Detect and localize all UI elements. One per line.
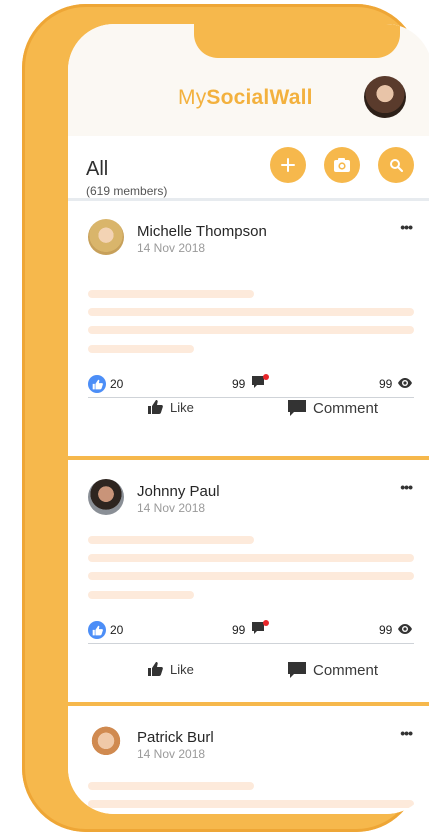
skeleton-line	[88, 536, 254, 544]
post-stats: 20 99 99	[88, 619, 414, 644]
skeleton-line	[88, 554, 414, 562]
skeleton-line	[88, 326, 414, 334]
brand-prefix: My	[178, 86, 207, 109]
eye-icon	[398, 624, 412, 634]
skeleton-line	[88, 290, 254, 298]
skeleton-line	[88, 572, 414, 580]
post-card: Patrick Burl 14 Nov 2018 •••	[68, 707, 429, 814]
camera-button[interactable]	[324, 147, 360, 183]
thumbs-up-icon	[148, 400, 163, 414]
like-button[interactable]: Like	[146, 661, 194, 677]
eye-icon	[398, 378, 412, 388]
author-name[interactable]: Patrick Burl	[137, 729, 214, 746]
like-button[interactable]: Like	[146, 399, 194, 415]
user-avatar[interactable]	[364, 76, 406, 118]
more-icon[interactable]: •••	[400, 725, 413, 741]
post-divider	[68, 456, 429, 460]
post-card: Johnny Paul 14 Nov 2018 ••• 20 99 99 Lik…	[68, 461, 429, 700]
like-count: 20	[110, 377, 124, 391]
like-label: Like	[170, 399, 194, 415]
author-name[interactable]: Johnny Paul	[137, 483, 220, 500]
post-date: 14 Nov 2018	[137, 747, 206, 761]
add-button[interactable]	[270, 147, 306, 183]
comment-count: 99	[232, 377, 246, 391]
plus-icon	[281, 158, 295, 172]
skeleton-line	[88, 591, 194, 599]
comment-icon	[288, 400, 306, 416]
post-card: Michelle Thompson 14 Nov 2018 ••• 20 99 …	[68, 201, 429, 440]
filter-bar: All (619 members)	[68, 136, 429, 201]
thumbs-up-icon	[92, 379, 103, 389]
more-icon[interactable]: •••	[400, 219, 413, 235]
post-date: 14 Nov 2018	[137, 241, 206, 255]
thumbs-up-icon	[148, 662, 163, 676]
brand-suffix: SocialWall	[206, 86, 313, 109]
post-stats: 20 99 99	[88, 373, 414, 398]
comment-label: Comment	[313, 661, 379, 679]
skeleton-line	[88, 800, 414, 808]
post-divider	[68, 702, 429, 706]
more-icon[interactable]: •••	[400, 479, 413, 495]
comment-label: Comment	[313, 399, 379, 417]
author-avatar[interactable]	[88, 725, 124, 761]
thumbs-up-icon	[92, 625, 103, 635]
member-count: (619 members)	[86, 184, 168, 198]
view-count: 99	[379, 377, 393, 391]
skeleton-line	[88, 308, 414, 316]
search-icon	[390, 159, 403, 172]
comment-count: 99	[232, 623, 246, 637]
filter-title[interactable]: All	[86, 158, 108, 181]
skeleton-line	[88, 782, 254, 790]
camera-icon	[334, 158, 350, 172]
comment-notification-icon	[252, 620, 269, 634]
like-count-icon	[88, 621, 106, 639]
post-actions: Like Comment	[68, 399, 429, 423]
post-actions: Like Comment	[68, 661, 429, 685]
like-count-icon	[88, 375, 106, 393]
author-avatar[interactable]	[88, 479, 124, 515]
author-name[interactable]: Michelle Thompson	[137, 223, 267, 240]
skeleton-line	[88, 345, 194, 353]
comment-notification-icon	[252, 374, 269, 388]
comment-icon	[288, 662, 306, 678]
like-count: 20	[110, 623, 124, 637]
view-count: 99	[379, 623, 393, 637]
phone-frame: MySocialWall All (619 members) Michelle …	[22, 4, 429, 832]
post-date: 14 Nov 2018	[137, 501, 206, 515]
like-label: Like	[170, 661, 194, 677]
app-screen: MySocialWall All (619 members) Michelle …	[68, 24, 429, 814]
author-avatar[interactable]	[88, 219, 124, 255]
comment-button[interactable]: Comment	[287, 399, 378, 417]
comment-button[interactable]: Comment	[287, 661, 378, 679]
app-logo: MySocialWall	[178, 86, 313, 110]
search-button[interactable]	[378, 147, 414, 183]
phone-notch	[194, 24, 400, 58]
